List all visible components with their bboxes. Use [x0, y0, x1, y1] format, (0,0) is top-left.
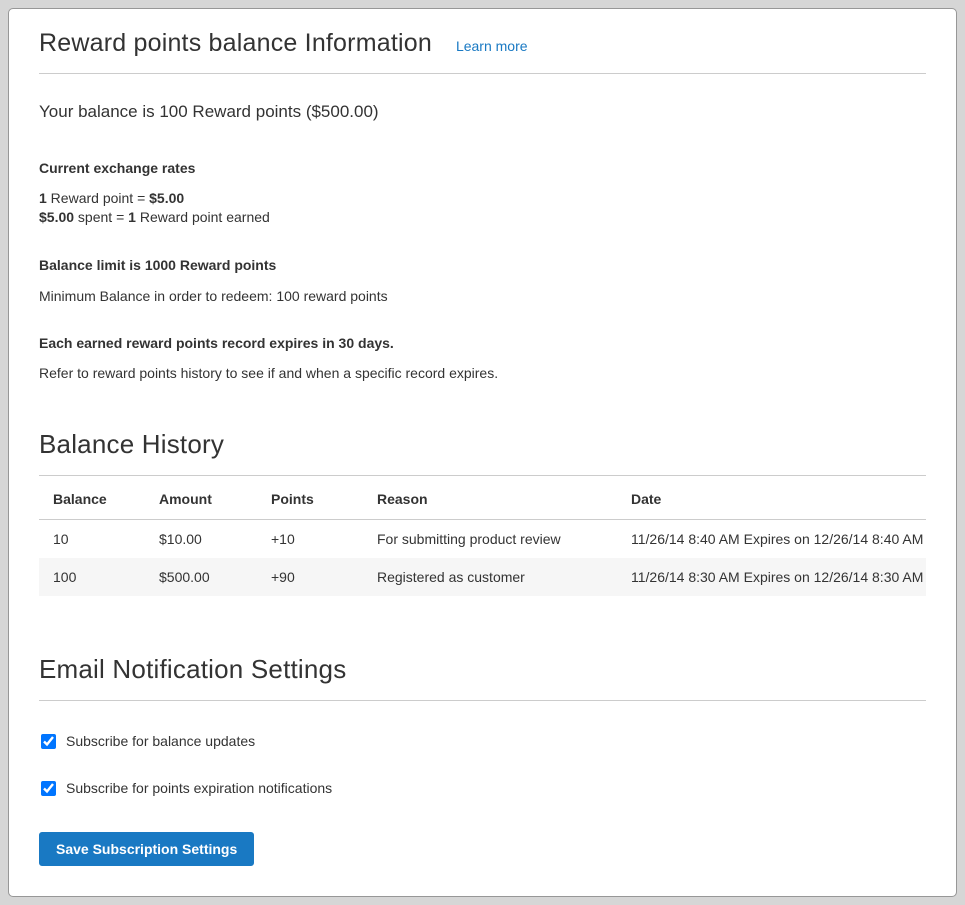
- cell-points: +10: [257, 520, 363, 559]
- balance-summary: Your balance is 100 Reward points ($500.…: [39, 102, 926, 122]
- column-header-balance: Balance: [39, 478, 145, 520]
- table-header-row: Balance Amount Points Reason Date: [39, 478, 926, 520]
- exchange-rate-line-2: $5.00 spent = 1 Reward point earned: [39, 208, 926, 227]
- expiry-note: Refer to reward points history to see if…: [39, 365, 926, 381]
- balance-history-title: Balance History: [39, 429, 926, 460]
- rate1-text: Reward point =: [47, 190, 149, 206]
- subscribe-expiration-option: Subscribe for points expiration notifica…: [39, 780, 926, 796]
- cell-balance: 10: [39, 520, 145, 559]
- cell-amount: $500.00: [145, 558, 257, 596]
- subscribe-balance-updates-label[interactable]: Subscribe for balance updates: [66, 733, 255, 749]
- balance-history-table: Balance Amount Points Reason Date 10 $10…: [39, 478, 926, 596]
- subscribe-expiration-label[interactable]: Subscribe for points expiration notifica…: [66, 780, 332, 796]
- subscribe-balance-updates-checkbox[interactable]: [41, 734, 56, 749]
- exchange-rate-line-1: 1 Reward point = $5.00: [39, 189, 926, 208]
- rate1-currency-value: $5.00: [149, 190, 184, 206]
- column-header-amount: Amount: [145, 478, 257, 520]
- cell-reason: For submitting product review: [363, 520, 617, 559]
- column-header-date: Date: [617, 478, 926, 520]
- subscribe-expiration-checkbox[interactable]: [41, 781, 56, 796]
- save-subscription-settings-button[interactable]: Save Subscription Settings: [39, 832, 254, 866]
- cell-date: 11/26/14 8:30 AM Expires on 12/26/14 8:3…: [617, 558, 926, 596]
- cell-balance: 100: [39, 558, 145, 596]
- email-notification-settings-title: Email Notification Settings: [39, 654, 926, 685]
- exchange-rates-heading: Current exchange rates: [39, 160, 926, 176]
- rate1-points-value: 1: [39, 190, 47, 206]
- subscribe-balance-updates-option: Subscribe for balance updates: [39, 733, 926, 749]
- balance-history-divider: [39, 475, 926, 476]
- cell-date: 11/26/14 8:40 AM Expires on 12/26/14 8:4…: [617, 520, 926, 559]
- minimum-balance-line: Minimum Balance in order to redeem: 100 …: [39, 288, 926, 304]
- page-header: Reward points balance Information Learn …: [39, 29, 926, 58]
- table-row: 10 $10.00 +10 For submitting product rev…: [39, 520, 926, 559]
- balance-limit-heading: Balance limit is 1000 Reward points: [39, 257, 926, 273]
- rate2-text-a: spent =: [74, 209, 128, 225]
- cell-reason: Registered as customer: [363, 558, 617, 596]
- rate2-currency-value: $5.00: [39, 209, 74, 225]
- table-row: 100 $500.00 +90 Registered as customer 1…: [39, 558, 926, 596]
- column-header-reason: Reason: [363, 478, 617, 520]
- learn-more-link[interactable]: Learn more: [456, 38, 528, 54]
- email-settings-divider: [39, 700, 926, 701]
- cell-amount: $10.00: [145, 520, 257, 559]
- column-header-points: Points: [257, 478, 363, 520]
- cell-points: +90: [257, 558, 363, 596]
- reward-points-card: Reward points balance Information Learn …: [8, 8, 957, 897]
- rate2-points-value: 1: [128, 209, 136, 225]
- header-divider: [39, 73, 926, 74]
- expiry-heading: Each earned reward points record expires…: [39, 335, 926, 351]
- rate2-text-b: Reward point earned: [136, 209, 270, 225]
- page-title: Reward points balance Information: [39, 29, 432, 58]
